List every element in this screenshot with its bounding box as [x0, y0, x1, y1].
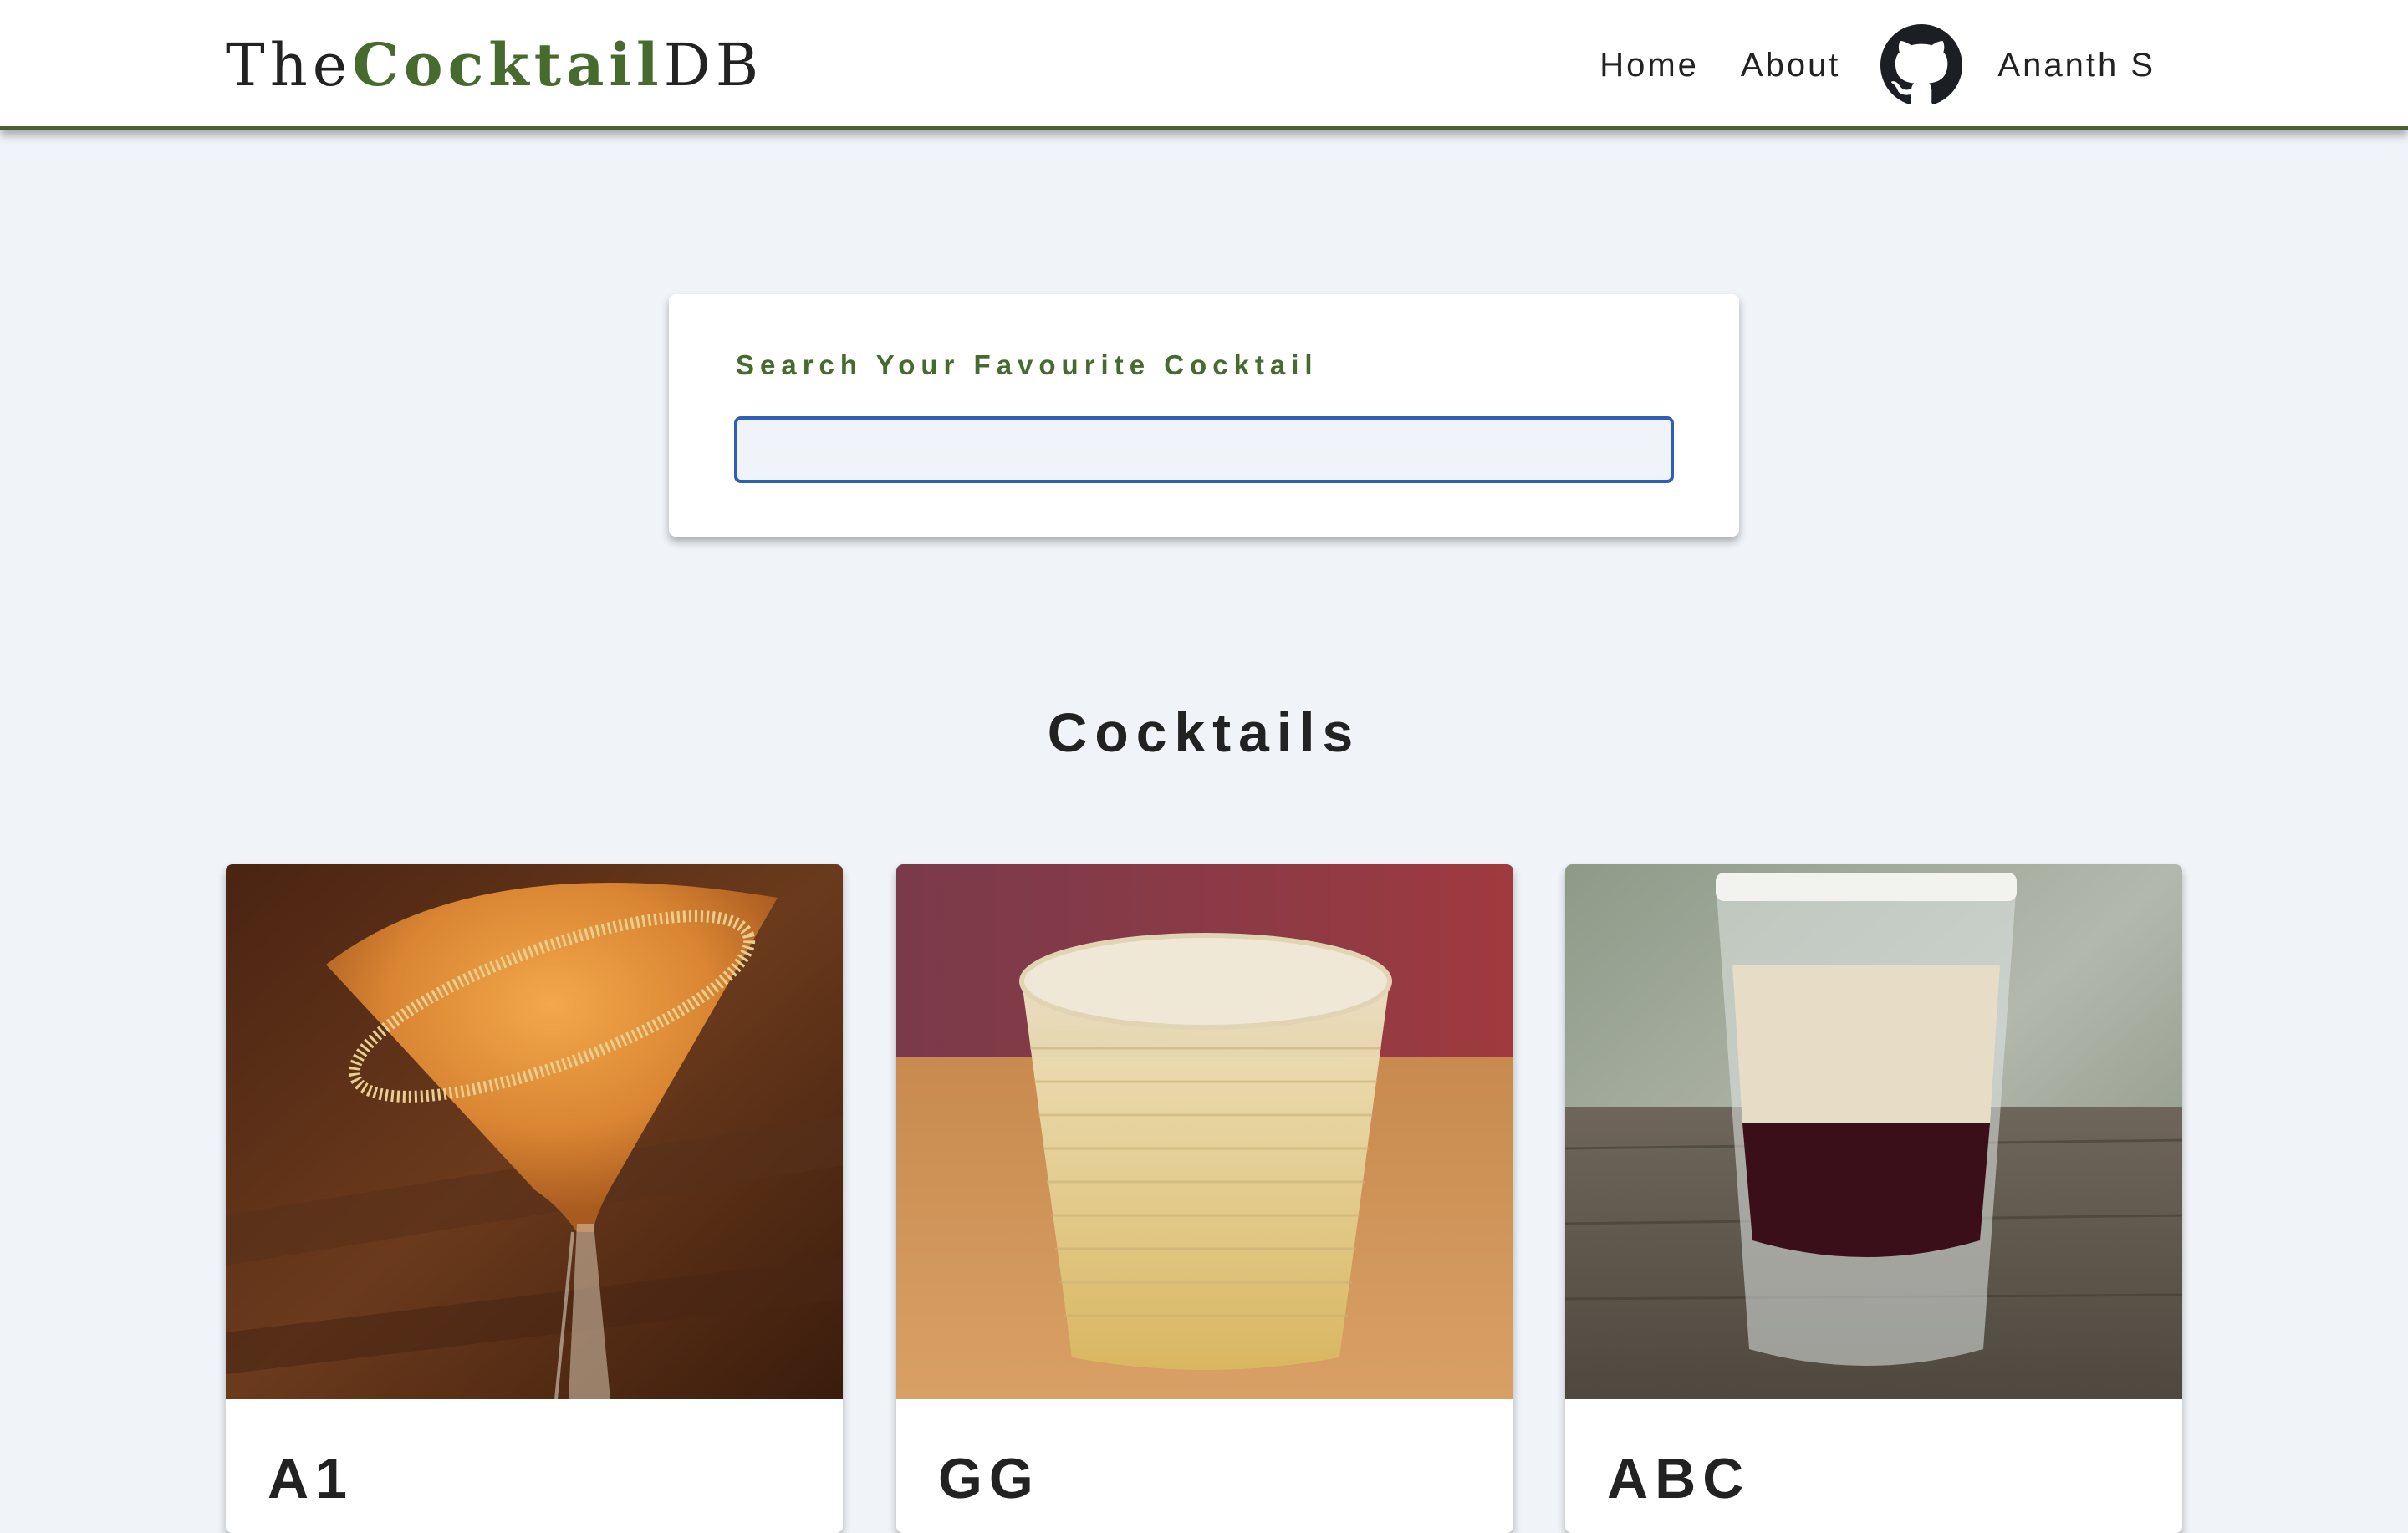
github-icon[interactable] — [1880, 24, 1963, 106]
section-title: Cocktails — [1047, 701, 1361, 763]
nav-home-link[interactable]: Home — [1599, 47, 1699, 84]
navbar: TheCocktailDB Home About Ananth S — [0, 0, 2408, 130]
cocktail-image[interactable] — [1565, 864, 2182, 1399]
user-name-link[interactable]: Ananth S — [1997, 47, 2155, 84]
search-label: Search Your Favourite Cocktail — [736, 349, 1319, 380]
cocktail-name[interactable]: ABC — [1607, 1446, 1750, 1511]
cocktail-card[interactable]: ABC — [1565, 864, 2182, 1533]
logo-accent: Cocktail — [352, 30, 664, 99]
site-logo[interactable]: TheCocktailDB — [226, 30, 763, 100]
search-card: Search Your Favourite Cocktail — [669, 294, 1739, 537]
cocktail-image[interactable] — [226, 864, 843, 1399]
cocktail-card[interactable]: GG — [896, 864, 1513, 1533]
nav-about-link[interactable]: About — [1741, 47, 1841, 84]
cocktail-card[interactable]: A1 — [226, 864, 843, 1533]
search-input[interactable] — [734, 416, 1674, 483]
logo-suffix: DB — [663, 31, 764, 99]
nav-links: Home About Ananth S — [1599, 22, 2155, 109]
logo-prefix: The — [226, 31, 353, 99]
cocktail-image[interactable] — [896, 864, 1513, 1399]
cocktail-name[interactable]: A1 — [268, 1446, 354, 1511]
cocktail-name[interactable]: GG — [938, 1446, 1040, 1511]
